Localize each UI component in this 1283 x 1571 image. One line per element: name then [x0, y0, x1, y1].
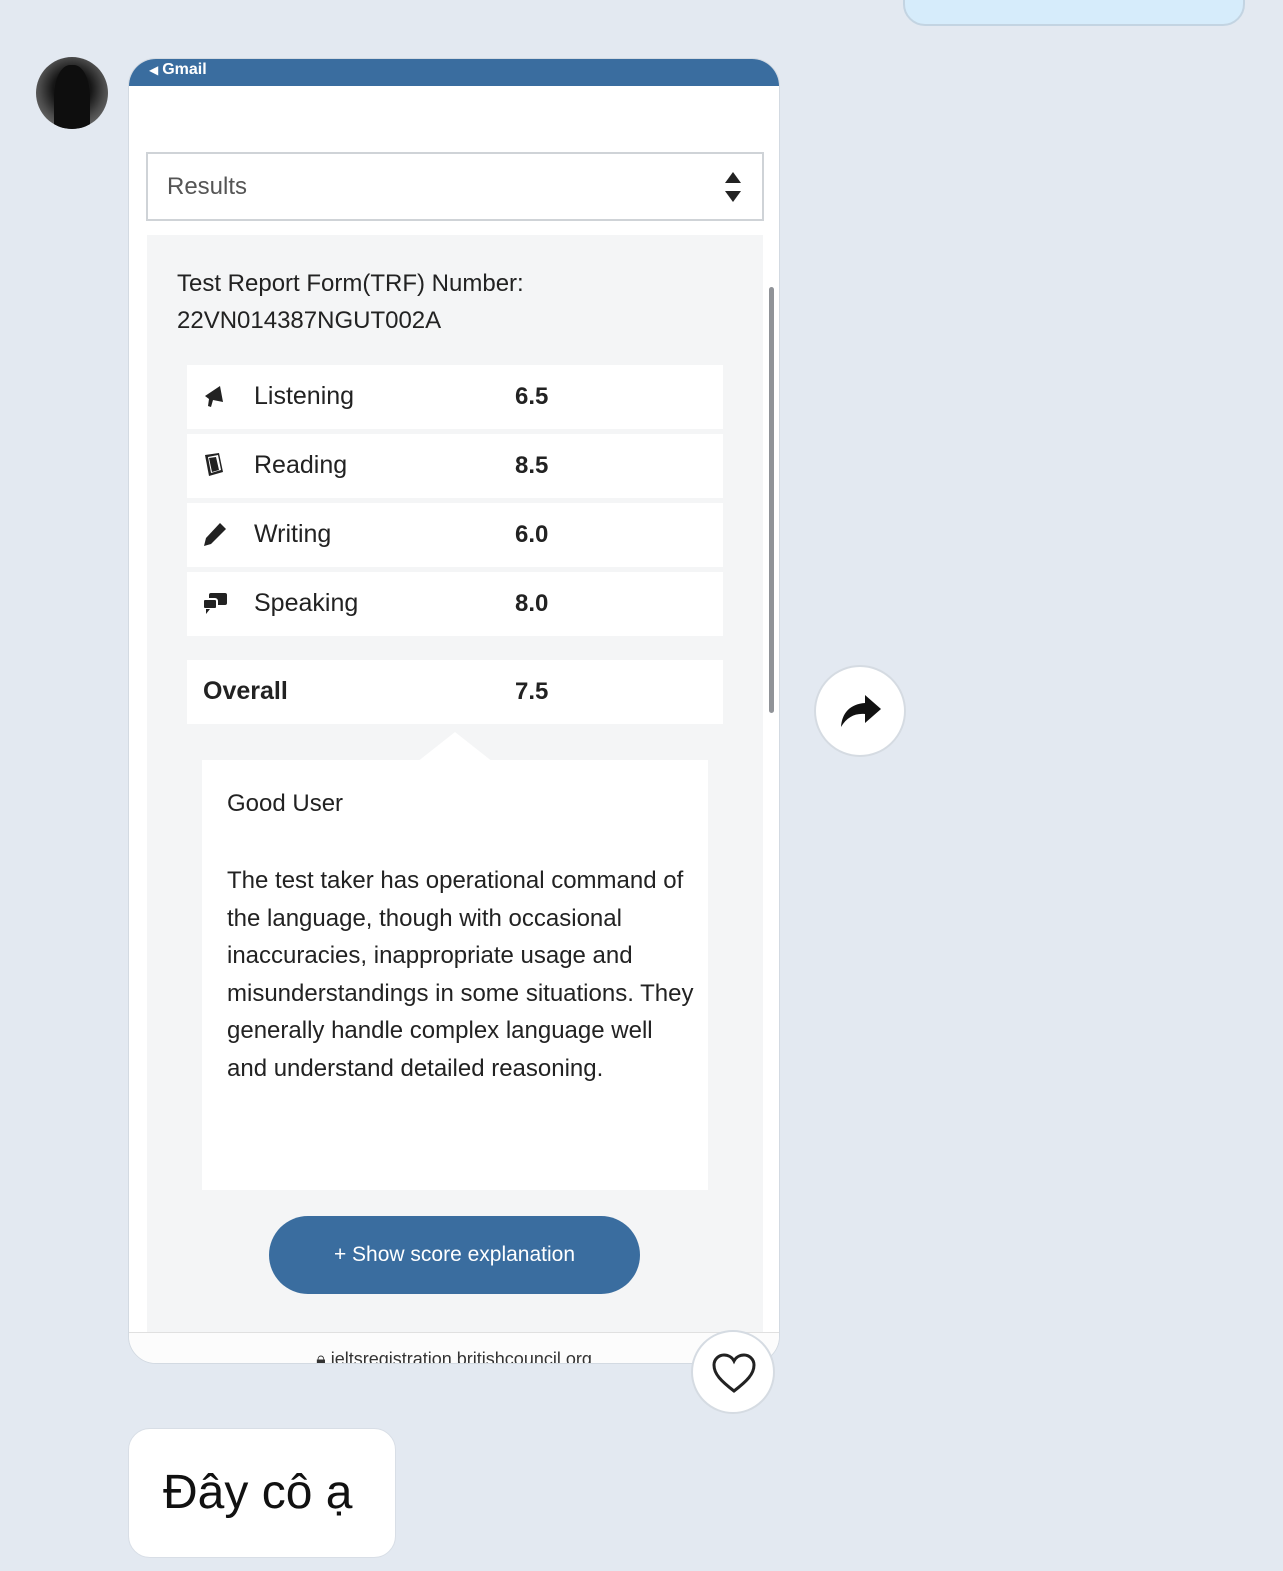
message-text: Đây cô ạ	[163, 1466, 353, 1519]
pencil-icon	[204, 523, 226, 546]
select-arrows-icon	[725, 172, 741, 202]
trf-label: Test Report Form(TRF) Number:	[177, 270, 524, 297]
back-arrow-icon: ◀	[149, 63, 159, 77]
score-label: Speaking	[254, 589, 359, 617]
score-value: 6.5	[515, 383, 549, 410]
score-value: 6.0	[515, 521, 549, 548]
results-select: Results	[146, 152, 764, 221]
score-label: Listening	[254, 382, 355, 410]
forward-button[interactable]	[814, 665, 906, 757]
message-bubble[interactable]: Đây cô ạ	[128, 1428, 396, 1558]
back-app-label: Gmail	[162, 61, 207, 78]
overall-value: 7.5	[515, 678, 549, 705]
status-bar: ◀ Gmail	[129, 59, 779, 86]
megaphone-icon	[205, 386, 223, 407]
results-panel: Test Report Form(TRF) Number: 22VN014387…	[147, 235, 763, 1335]
overall-row: Overall 7.5	[187, 660, 723, 724]
select-value: Results	[167, 173, 248, 200]
description-pointer	[417, 732, 493, 762]
score-row-writing: Writing 6.0	[187, 503, 723, 567]
score-label: Reading	[254, 451, 348, 479]
like-button[interactable]	[691, 1330, 775, 1414]
score-row-speaking: Speaking 8.0	[187, 572, 723, 636]
band-description: Good User The test taker has operational…	[202, 732, 708, 1190]
trf-number: 22VN014387NGUT002A	[177, 307, 442, 334]
score-value: 8.5	[515, 452, 549, 479]
chat-icon	[202, 593, 227, 614]
url-bar: 🔒︎ ieltsregistration.britishcouncil.org	[129, 1332, 779, 1364]
score-row-reading: Reading 8.5	[187, 434, 723, 498]
band-text: The test taker has operational command o…	[227, 867, 694, 1082]
share-arrow-icon	[841, 695, 881, 727]
book-icon	[205, 453, 223, 476]
show-score-explanation-button: + Show score explanation	[269, 1216, 640, 1294]
band-title: Good User	[227, 790, 344, 817]
score-label: Writing	[254, 520, 332, 548]
avatar-image	[54, 65, 90, 129]
heart-icon	[712, 1353, 756, 1393]
shared-screenshot[interactable]: ◀ Gmail Results Test Report Form(TRF) Num…	[128, 58, 780, 1364]
previous-message-bubble[interactable]	[903, 0, 1245, 26]
trf-block: Test Report Form(TRF) Number: 22VN014387…	[177, 265, 524, 339]
scrollbar	[769, 287, 774, 713]
score-row-listening: Listening 6.5	[187, 365, 723, 429]
avatar[interactable]	[36, 57, 108, 129]
overall-label: Overall	[203, 677, 288, 705]
lock-icon: 🔒︎	[316, 1349, 326, 1364]
score-value: 8.0	[515, 590, 549, 617]
url-text: ieltsregistration.britishcouncil.org	[330, 1349, 592, 1364]
